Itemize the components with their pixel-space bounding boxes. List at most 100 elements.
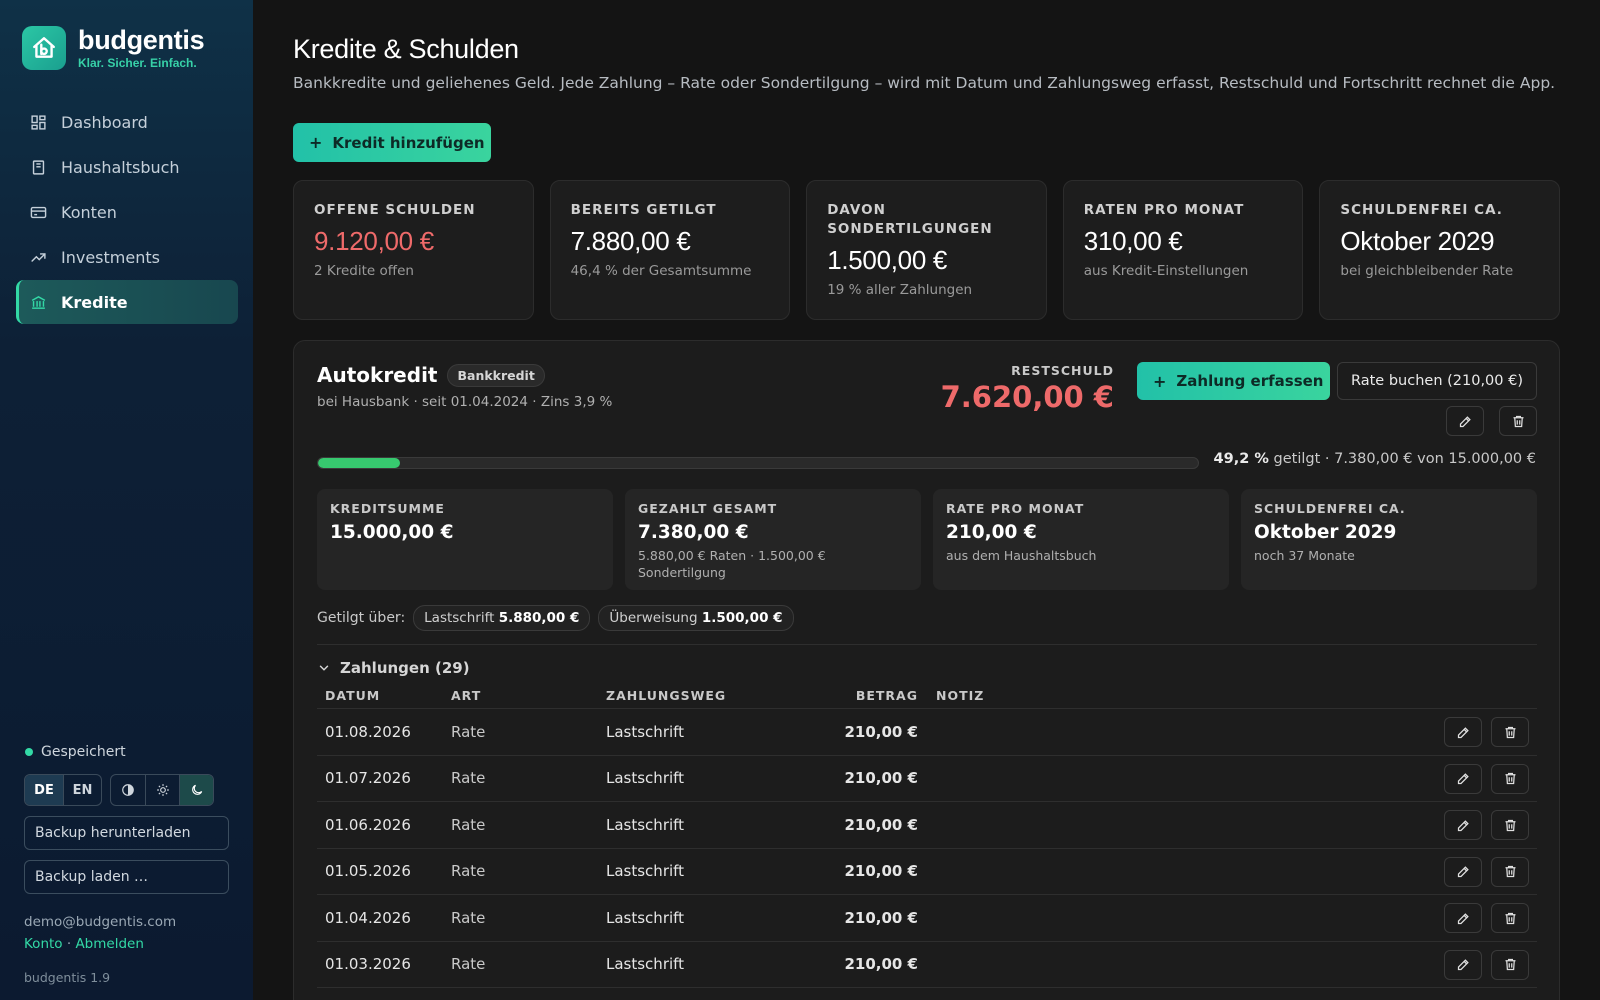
pencil-icon: [1457, 866, 1469, 878]
lang-de-button[interactable]: DE: [25, 775, 63, 805]
table-row: 01.04.2026 Rate Lastschrift 210,00 €: [317, 895, 1537, 942]
paid-via-chip-lastschrift: Lastschrift 5.880,00 €: [413, 605, 591, 631]
col-amount[interactable]: BETRAG: [774, 688, 918, 703]
nav-item-investments[interactable]: Investments: [16, 235, 238, 279]
page-title: Kredite & Schulden: [293, 34, 519, 64]
cell-way: Lastschrift: [606, 955, 685, 974]
delete-payment-button[interactable]: [1491, 763, 1529, 794]
delete-payment-button[interactable]: [1491, 717, 1529, 747]
cell-amount: 210,00 €: [844, 769, 918, 788]
delete-payment-button[interactable]: [1491, 949, 1529, 980]
mini-value: Oktober 2029: [1254, 522, 1397, 543]
nav-item-kredite[interactable]: Kredite: [16, 280, 238, 324]
contrast-icon: [122, 784, 134, 796]
theme-dark-button[interactable]: [179, 775, 213, 805]
cell-way: Lastschrift: [606, 722, 685, 741]
stat-value: 1.500,00 €: [827, 245, 948, 275]
cell-way: Lastschrift: [606, 815, 685, 834]
col-type[interactable]: ART: [451, 688, 606, 703]
remaining-debt-value: 7.620,00 €: [940, 380, 1114, 414]
mini-label: SCHULDENFREI CA.: [1254, 501, 1406, 516]
cell-type: Rate: [451, 862, 486, 881]
trash-icon: [1505, 958, 1515, 971]
add-loan-label: Kredit hinzufügen: [332, 133, 485, 152]
table-row: 01.03.2026 Rate Lastschrift 210,00 €: [317, 942, 1537, 988]
sidebar-footer: Gespeichert DE EN Backup herunterladen B…: [24, 742, 229, 985]
backup-load-button[interactable]: Backup laden …: [24, 860, 229, 894]
chevron-down-icon: [319, 665, 329, 671]
stat-card-special-repayments: DAVON SONDERTILGUNGEN 1.500,00 € 19 % al…: [806, 180, 1047, 320]
lang-en-button[interactable]: EN: [63, 775, 101, 805]
repayment-progress-fill: [318, 458, 400, 468]
paid-via-chip-ueberweisung: Überweisung 1.500,00 €: [598, 605, 794, 631]
loan-type-badge: Bankkredit: [447, 363, 545, 387]
cell-date: 01.06.2026: [325, 815, 411, 834]
cell-type: Rate: [451, 769, 486, 788]
table-row: 01.05.2026 Rate Lastschrift 210,00 €: [317, 849, 1537, 895]
edit-payment-button[interactable]: [1444, 949, 1482, 980]
theme-light-button[interactable]: [145, 775, 179, 805]
edit-loan-button[interactable]: [1446, 406, 1484, 436]
edit-payment-button[interactable]: [1444, 810, 1482, 840]
payments-table: DATUM ART ZAHLUNGSWEG BETRAG NOTIZ 01.08…: [317, 683, 1537, 988]
nav-label: Kredite: [61, 292, 128, 312]
stat-label: DAVON SONDERTILGUNGEN: [827, 202, 993, 237]
stat-value: 7.880,00 €: [570, 226, 691, 256]
loan-name: Autokredit: [317, 363, 438, 387]
delete-loan-button[interactable]: [1499, 406, 1537, 436]
col-note[interactable]: NOTIZ: [918, 688, 984, 703]
trash-icon: [1505, 819, 1515, 831]
section-divider: [317, 644, 1537, 645]
mini-value: 210,00 €: [946, 522, 1037, 543]
cell-amount: 210,00 €: [844, 955, 918, 974]
nav-item-dashboard[interactable]: Dashboard: [16, 100, 238, 144]
add-loan-button[interactable]: + Kredit hinzufügen: [293, 123, 491, 162]
mini-value: 7.380,00 €: [638, 522, 749, 543]
edit-payment-button[interactable]: [1444, 903, 1482, 933]
cell-type: Rate: [451, 955, 486, 974]
delete-payment-button[interactable]: [1491, 903, 1529, 933]
nav-item-konten[interactable]: Konten: [16, 190, 238, 234]
book-rate-button[interactable]: Rate buchen (210,00 €): [1337, 362, 1537, 400]
card-icon: [30, 206, 47, 218]
col-way[interactable]: ZAHLUNGSWEG: [606, 688, 774, 703]
theme-toggle: [110, 774, 214, 806]
nav-item-haushaltsbuch[interactable]: Haushaltsbuch: [16, 145, 238, 189]
mini-note: aus dem Haushaltsbuch: [946, 548, 1097, 563]
backup-download-button[interactable]: Backup herunterladen: [24, 816, 229, 850]
payments-toggle[interactable]: Zahlungen (29): [317, 659, 470, 677]
stat-note: aus Kredit-Einstellungen: [1083, 263, 1249, 279]
plus-icon: +: [1153, 371, 1167, 391]
nav-label: Dashboard: [61, 112, 148, 132]
summary-stats: OFFENE SCHULDEN 9.120,00 € 2 Kredite off…: [293, 180, 1560, 320]
cell-date: 01.03.2026: [325, 955, 411, 974]
stat-note: 2 Kredite offen: [314, 263, 414, 279]
account-link[interactable]: Konto: [24, 936, 63, 952]
status-dot-icon: [25, 748, 33, 756]
cell-date: 01.07.2026: [325, 769, 411, 788]
stat-note: 19 % aller Zahlungen: [827, 282, 973, 298]
pencil-icon: [1457, 773, 1469, 785]
save-status-text: Gespeichert: [41, 744, 126, 760]
paid-via: Getilgt über: Lastschrift 5.880,00 € Übe…: [317, 605, 794, 631]
record-payment-button[interactable]: + Zahlung erfassen: [1137, 362, 1330, 400]
delete-payment-button[interactable]: [1491, 810, 1529, 840]
mini-value: 15.000,00 €: [330, 522, 454, 543]
brand[interactable]: budgentis Klar. Sicher. Einfach.: [22, 26, 205, 70]
chip-amount: 1.500,00 €: [701, 610, 783, 626]
link-separator: ·: [62, 936, 76, 952]
mini-card-paid-total: GEZAHLT GESAMT 7.380,00 € 5.880,00 € Rat…: [625, 489, 921, 590]
mini-label: KREDITSUMME: [330, 501, 445, 516]
loan-detail-cards: KREDITSUMME 15.000,00 € GEZAHLT GESAMT 7…: [317, 489, 1537, 590]
edit-payment-button[interactable]: [1444, 763, 1482, 794]
edit-payment-button[interactable]: [1444, 717, 1482, 747]
cell-date: 01.04.2026: [325, 908, 411, 927]
logout-link[interactable]: Abmelden: [75, 936, 143, 952]
stat-note: 46,4 % der Gesamtsumme: [570, 263, 752, 279]
edit-payment-button[interactable]: [1444, 856, 1482, 887]
delete-payment-button[interactable]: [1491, 856, 1529, 887]
col-date[interactable]: DATUM: [317, 688, 451, 703]
cell-type: Rate: [451, 815, 486, 834]
remaining-debt-label: RESTSCHULD: [1011, 363, 1114, 378]
theme-auto-button[interactable]: [111, 775, 145, 805]
